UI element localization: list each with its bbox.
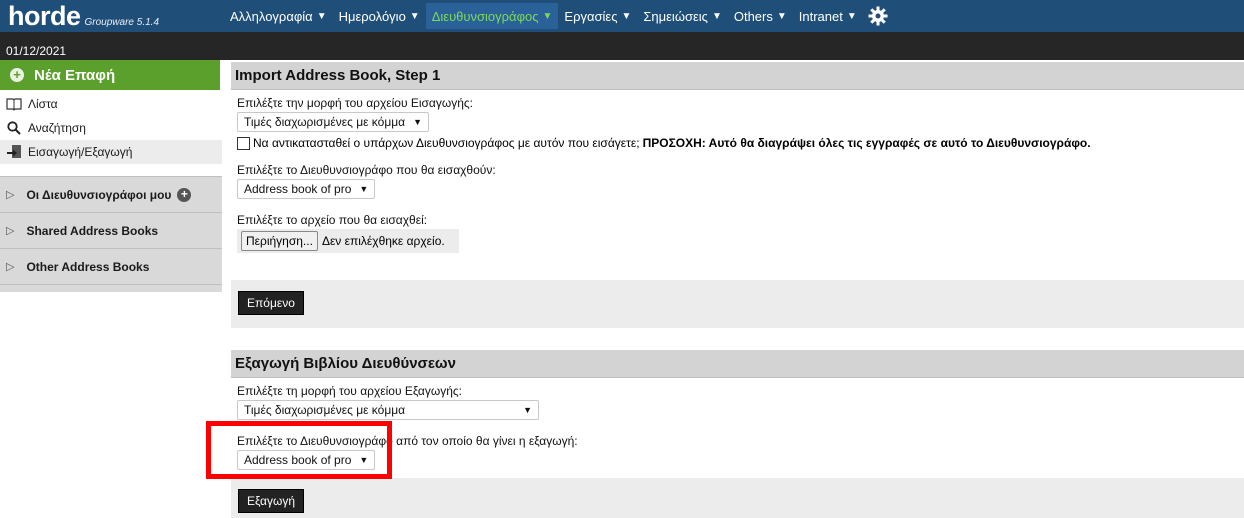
replace-label: Να αντικατασταθεί ο υπάρχων Διευθυνσιογρ…: [253, 136, 640, 150]
next-button[interactable]: Επόμενο: [238, 291, 304, 315]
sidebar-group-label: Shared Address Books: [26, 223, 159, 238]
import-form: Επιλέξτε την μορφή του αρχείου Εισαγωγής…: [231, 90, 1244, 253]
import-section-title: Import Address Book, Step 1: [231, 62, 1244, 90]
logo-version: Groupware 5.1.4: [84, 17, 160, 28]
gear-icon[interactable]: [867, 5, 889, 27]
dropdown-arrow-icon: ▼: [621, 10, 632, 22]
replace-option-row: Να αντικατασταθεί ο υπάρχων Διευθυνσιογρ…: [237, 136, 1240, 150]
menu-intranet[interactable]: Intranet ▼: [793, 4, 863, 28]
dropdown-arrow-icon: ▼: [846, 10, 857, 22]
sidebar-item-list[interactable]: Λίστα: [0, 92, 222, 116]
sidebar-group-my-address-books[interactable]: ▷ Οι Διευθυνσιογράφοι μου +: [0, 176, 222, 212]
sidebar-item-import-export[interactable]: Εισαγωγή/Εξαγωγή: [0, 140, 222, 164]
export-section-title: Εξαγωγή Βιβλίου Διευθύνσεων: [231, 350, 1244, 378]
menu-mail[interactable]: Αλληλογραφία ▼: [224, 4, 333, 28]
menu-label: Σημειώσεις: [643, 8, 708, 24]
import-file-label: Επιλέξτε το αρχείο που θα εισαχθεί:: [237, 213, 428, 227]
menu-label: Others: [733, 8, 773, 24]
export-format-select[interactable]: Τιμές διαχωρισμένες με κόμμα ▼: [237, 400, 539, 420]
highlight-box: [206, 421, 392, 479]
file-input[interactable]: Περιήγηση... Δεν επιλέχθηκε αρχείο.: [237, 229, 459, 253]
expand-arrow-icon: ▷: [6, 189, 15, 201]
expand-arrow-icon: ▷: [6, 261, 15, 273]
select-value: Address book of pro: [244, 182, 352, 196]
menu-label: Intranet: [798, 8, 843, 24]
menu-label: Εργασίες: [564, 8, 618, 24]
dropdown-arrow-icon: ▼: [316, 10, 327, 22]
new-contact-button[interactable]: + Νέα Επαφή: [0, 60, 222, 90]
replace-checkbox[interactable]: [237, 136, 250, 150]
plus-icon: +: [10, 68, 24, 82]
menu-notes[interactable]: Σημειώσεις ▼: [637, 4, 727, 28]
export-format-label: Επιλέξτε τη μορφή του αρχείου Εξαγωγής:: [237, 384, 462, 398]
logo-text: horde: [8, 1, 81, 31]
sidebar-item-label: Λίστα: [28, 97, 58, 111]
menu-address-book[interactable]: Διευθυνσιογράφος ▼: [425, 3, 559, 29]
sidebar-group-label: Other Address Books: [26, 259, 150, 274]
replace-warning: ΠΡΟΣΟΧΗ: Αυτό θα διαγράψει όλες τις εγγρ…: [642, 136, 1091, 150]
top-navigation-bar: horde Groupware 5.1.4 Αλληλογραφία ▼ Ημερ…: [0, 0, 1244, 32]
import-target-select[interactable]: Address book of pro ▼: [237, 179, 376, 199]
import-format-label: Επιλέξτε την μορφή του αρχείου Εισαγωγής…: [237, 96, 474, 110]
export-button[interactable]: Εξαγωγή: [238, 489, 305, 513]
export-action-bar: Εξαγωγή: [231, 478, 1244, 518]
dropdown-arrow-icon: ▼: [776, 10, 787, 22]
dropdown-arrow-icon: ▼: [542, 10, 553, 22]
browse-button[interactable]: Περιήγηση...: [241, 231, 318, 251]
sidebar-bottom: [0, 284, 222, 292]
menu-calendar[interactable]: Ημερολόγιο ▼: [333, 4, 426, 28]
date-bar: 01/12/2021: [0, 32, 1244, 60]
import-target-label: Επιλέξτε το Διευθυνσιογράφο που θα εισαχ…: [237, 163, 496, 177]
menu-others[interactable]: Others ▼: [728, 4, 793, 28]
dropdown-arrow-icon: ▼: [711, 10, 722, 22]
chevron-down-icon: ▼: [359, 184, 369, 194]
select-value: Τιμές διαχωρισμένες με κόμμα: [244, 403, 406, 417]
sidebar-group-shared-address-books[interactable]: ▷ Shared Address Books: [0, 212, 222, 248]
menu-label: Αλληλογραφία: [230, 8, 313, 24]
import-export-icon: [6, 144, 22, 160]
new-contact-label: Νέα Επαφή: [34, 66, 116, 84]
sidebar: + Νέα Επαφή Λίστα Αναζήτηση Εισαγωγή/Εξα…: [0, 60, 222, 514]
horde-logo[interactable]: horde Groupware 5.1.4: [0, 2, 224, 30]
menu-label: Διευθυνσιογράφος: [431, 8, 539, 24]
sidebar-group-other-address-books[interactable]: ▷ Other Address Books: [0, 248, 222, 284]
menu-label: Ημερολόγιο: [338, 8, 406, 24]
book-icon: [6, 96, 22, 112]
menu-tasks[interactable]: Εργασίες ▼: [558, 4, 637, 28]
sidebar-group-label: Οι Διευθυνσιογράφοι μου: [26, 187, 172, 202]
import-format-select[interactable]: Τιμές διαχωρισμένες με κόμμα ▼: [237, 112, 430, 132]
current-date: 01/12/2021: [6, 44, 67, 58]
dropdown-arrow-icon: ▼: [409, 10, 420, 22]
sidebar-item-label: Εισαγωγή/Εξαγωγή: [28, 145, 133, 159]
file-status: Δεν επιλέχθηκε αρχείο.: [321, 234, 445, 248]
add-address-book-icon[interactable]: +: [177, 187, 192, 202]
expand-arrow-icon: ▷: [6, 225, 15, 237]
select-value: Τιμές διαχωρισμένες με κόμμα: [244, 115, 406, 129]
main-menu: Αλληλογραφία ▼ Ημερολόγιο ▼ Διευθυνσιογράφ…: [224, 0, 889, 32]
sidebar-item-label: Αναζήτηση: [28, 121, 86, 135]
chevron-down-icon: ▼: [523, 405, 532, 415]
sidebar-item-search[interactable]: Αναζήτηση: [0, 116, 222, 140]
search-icon: [6, 120, 22, 136]
chevron-down-icon: ▼: [413, 117, 423, 127]
import-action-bar: Επόμενο: [231, 280, 1244, 328]
